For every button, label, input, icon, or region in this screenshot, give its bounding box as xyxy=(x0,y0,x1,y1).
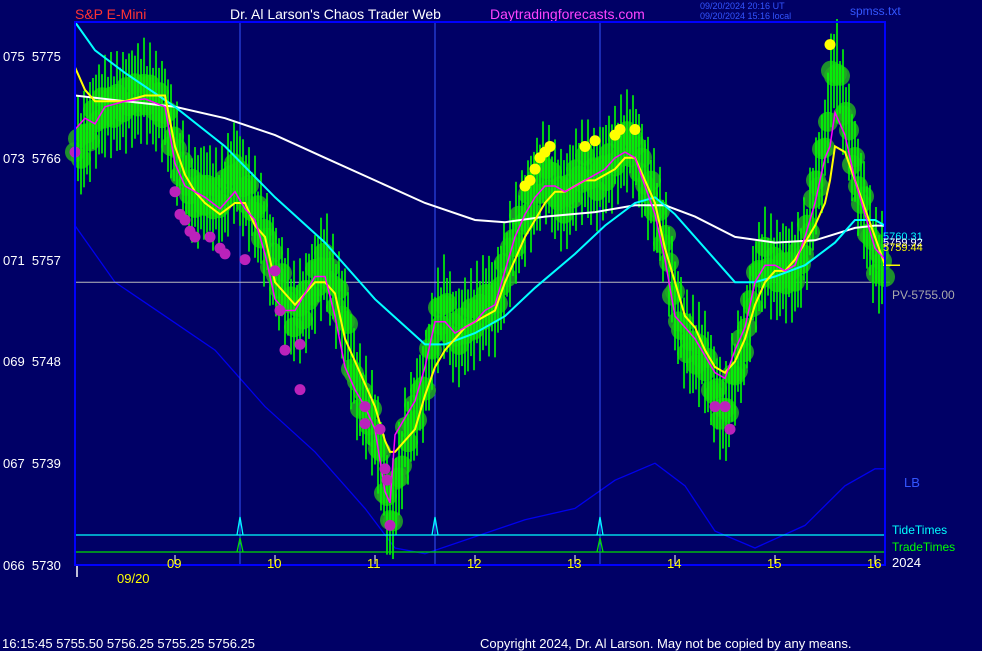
low-dot xyxy=(189,231,201,243)
tide-times-label: TideTimes xyxy=(892,523,948,537)
low-dot xyxy=(359,418,371,430)
y-tick-label: 075 5775 xyxy=(3,48,61,64)
low-dot xyxy=(709,401,721,413)
copyright: Copyright 2024, Dr. Al Larson. May not b… xyxy=(480,636,852,651)
low-dot xyxy=(374,423,386,435)
low-dot xyxy=(719,401,731,413)
x-tick-label: 09 xyxy=(167,556,182,571)
x-tick-label: 12 xyxy=(467,556,482,571)
low-dot xyxy=(239,254,251,266)
band-label: LB xyxy=(904,475,920,490)
low-dot xyxy=(269,265,281,277)
low-dot xyxy=(359,401,371,413)
white-ma-line xyxy=(74,94,885,244)
x-tick-label: 14 xyxy=(667,556,682,571)
x-tick-label: 16 xyxy=(867,556,882,571)
high-dot xyxy=(529,163,541,175)
low-dot xyxy=(179,214,191,226)
trade-times-label: TradeTimes xyxy=(892,540,956,554)
low-dot xyxy=(724,423,736,435)
right-value-3: 5759.44 xyxy=(883,242,923,254)
x-tick-label: 11 xyxy=(367,556,381,571)
low-dot xyxy=(219,248,231,260)
high-dot xyxy=(524,174,536,186)
y-tick-label: 069 5748 xyxy=(3,354,61,370)
high-dot xyxy=(589,135,601,147)
high-dot xyxy=(614,123,626,135)
y-tick-label: 071 5757 xyxy=(3,252,61,268)
x-tick-label: 10 xyxy=(267,556,282,571)
pivot-label: PV-5755.00 xyxy=(892,288,955,302)
chart xyxy=(65,19,900,577)
x-tick-label: 15 xyxy=(767,556,782,571)
low-dot xyxy=(169,186,181,198)
low-dot xyxy=(204,231,216,243)
high-dot xyxy=(629,123,641,135)
high-dot xyxy=(579,140,591,152)
last-quote: 16:15:45 5755.50 5756.25 5755.25 5756.25 xyxy=(2,636,256,651)
high-dot xyxy=(824,39,836,51)
low-dot xyxy=(381,474,393,486)
low-dot xyxy=(279,344,291,356)
date-label: 09/20 xyxy=(117,571,150,586)
high-dot xyxy=(544,140,556,152)
low-dot xyxy=(294,384,306,396)
year-label: 2024 xyxy=(892,555,921,570)
low-dot xyxy=(384,519,396,531)
low-dot xyxy=(294,338,306,350)
x-tick-label: 13 xyxy=(567,556,582,571)
y-tick-label: 066 5730 xyxy=(3,558,61,573)
y-tick-label: 067 5739 xyxy=(3,456,61,472)
low-dot xyxy=(379,463,391,475)
low-dot xyxy=(274,304,286,316)
y-tick-label: 073 5766 xyxy=(3,150,61,166)
